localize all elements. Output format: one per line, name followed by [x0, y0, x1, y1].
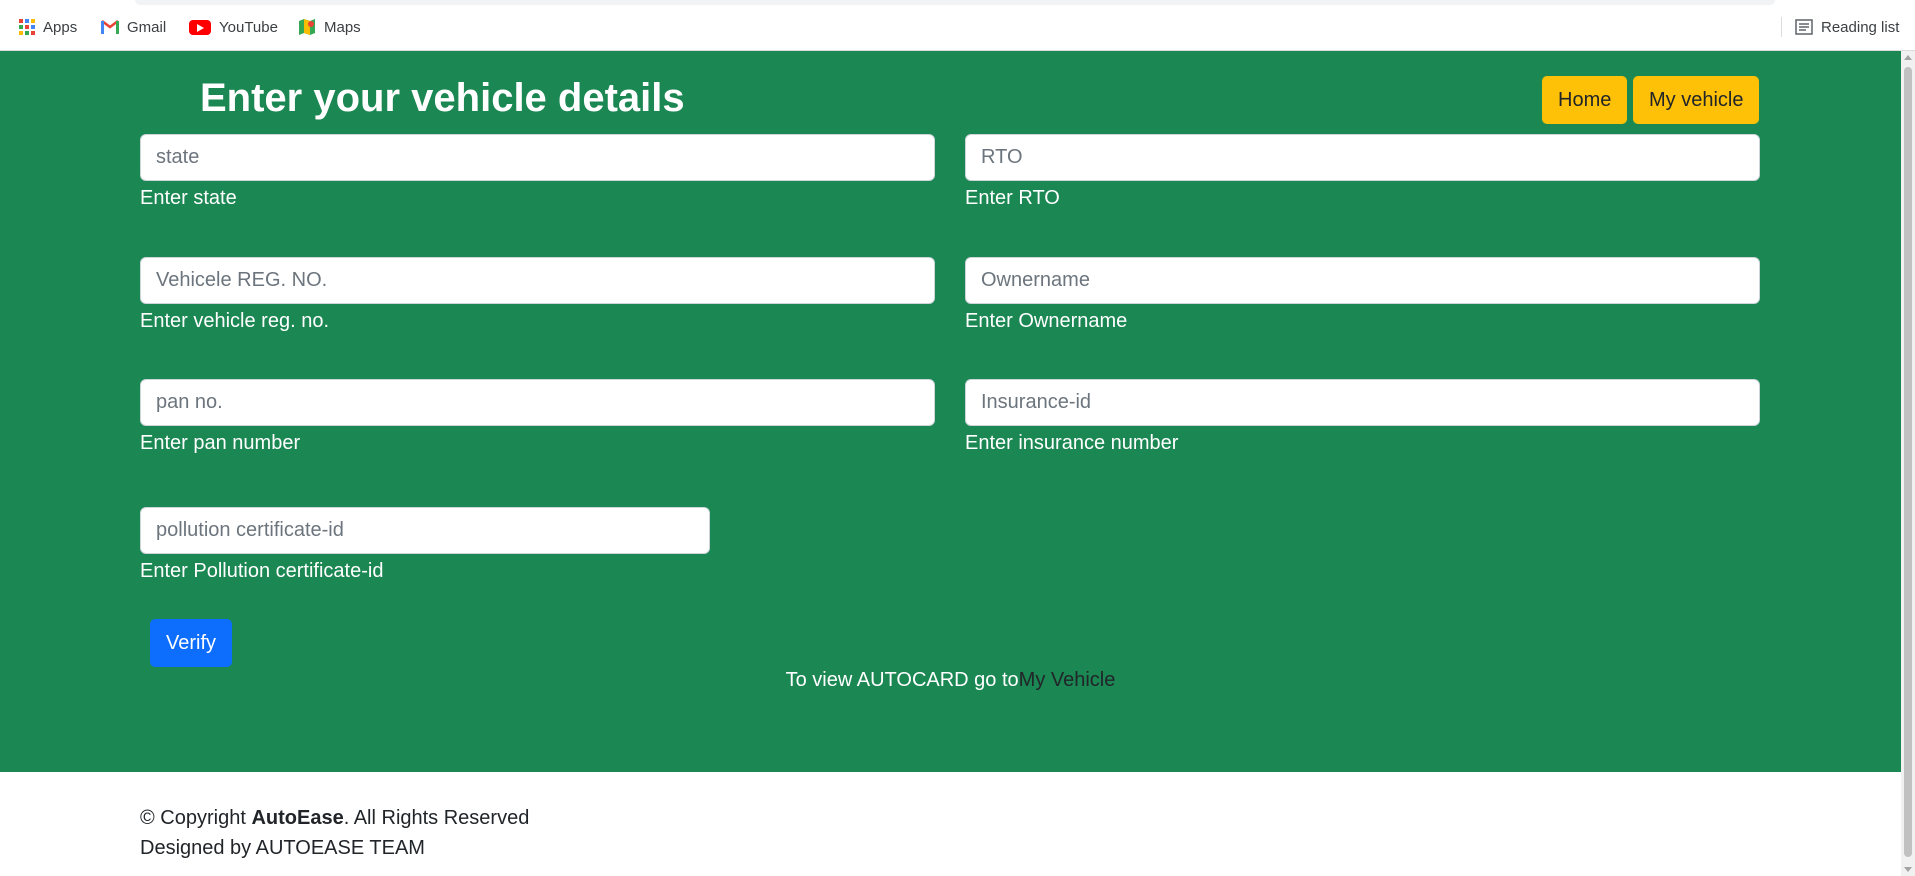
reg-no-field-group: Enter vehicle reg. no. — [140, 257, 935, 333]
insurance-label: Enter insurance number — [965, 432, 1179, 454]
designed-by: Designed by AUTOEASE TEAM — [140, 837, 425, 859]
insurance-input[interactable] — [965, 379, 1760, 426]
reg-no-label: Enter vehicle reg. no. — [140, 310, 329, 332]
my-vehicle-link[interactable]: My Vehicle — [1019, 669, 1116, 691]
copyright-suffix: . All Rights Reserved — [343, 807, 530, 829]
pan-field-group: Enter pan number — [140, 379, 935, 455]
scrollbar-thumb[interactable] — [1904, 67, 1912, 857]
autocard-text: To view AUTOCARD go to — [785, 669, 1019, 691]
scroll-down-icon[interactable] — [1904, 867, 1912, 872]
pollution-input[interactable] — [140, 507, 710, 554]
owner-label: Enter Ownername — [965, 310, 1128, 332]
bookmark-gmail-label: Gmail — [127, 18, 167, 36]
owner-field-group: Enter Ownername — [965, 257, 1760, 333]
reading-list-icon — [1795, 19, 1813, 35]
omnibox-edge — [135, 0, 1775, 5]
youtube-icon — [189, 19, 211, 35]
state-field-group: Enter state — [140, 134, 935, 210]
owner-input[interactable] — [965, 257, 1760, 304]
insurance-field-group: Enter insurance number — [965, 379, 1760, 455]
rto-label: Enter RTO — [965, 187, 1060, 209]
bookmark-youtube[interactable]: YouTube — [189, 17, 278, 37]
bookmark-maps-label: Maps — [324, 18, 361, 36]
pollution-field-group: Enter Pollution certificate-id — [140, 507, 710, 583]
copyright-prefix: © Copyright — [140, 807, 252, 829]
state-input[interactable] — [140, 134, 935, 181]
pan-input[interactable] — [140, 379, 935, 426]
reg-no-input[interactable] — [140, 257, 935, 304]
bookmark-youtube-label: YouTube — [219, 18, 278, 36]
page-title: Enter your vehicle details — [200, 76, 685, 120]
reading-list-label: Reading list — [1821, 18, 1900, 36]
bookmarks-bar: Apps Gmail YouTube Maps Reading list — [0, 0, 1915, 51]
bookmark-apps-label: Apps — [43, 18, 78, 36]
gmail-icon — [101, 20, 119, 34]
scroll-up-icon[interactable] — [1904, 55, 1912, 60]
footer: © Copyright AutoEase. All Rights Reserve… — [140, 803, 529, 863]
pan-label: Enter pan number — [140, 432, 301, 454]
verify-button[interactable]: Verify — [150, 619, 233, 667]
maps-icon — [299, 19, 315, 35]
copyright-line: © Copyright AutoEase. All Rights Reserve… — [140, 803, 529, 833]
vehicle-details-section: Enter your vehicle details Home My vehic… — [0, 51, 1901, 772]
apps-grid-icon — [19, 19, 35, 35]
bookmarks-separator — [1781, 17, 1782, 37]
autocard-hint: To view AUTOCARD go toMy Vehicle — [0, 669, 1901, 692]
rto-field-group: Enter RTO — [965, 134, 1760, 210]
state-label: Enter state — [140, 187, 237, 209]
bookmark-maps[interactable]: Maps — [298, 17, 361, 37]
rto-input[interactable] — [965, 134, 1760, 181]
home-button[interactable]: Home — [1542, 76, 1628, 124]
pollution-label: Enter Pollution certificate-id — [140, 560, 384, 582]
bookmark-gmail[interactable]: Gmail — [101, 17, 166, 37]
page-scrollbar[interactable] — [1901, 51, 1915, 876]
bookmark-apps[interactable]: Apps — [19, 17, 77, 37]
my-vehicle-button[interactable]: My vehicle — [1633, 76, 1760, 124]
reading-list-button[interactable]: Reading list — [1795, 17, 1899, 37]
brand-name: AutoEase — [251, 807, 344, 829]
